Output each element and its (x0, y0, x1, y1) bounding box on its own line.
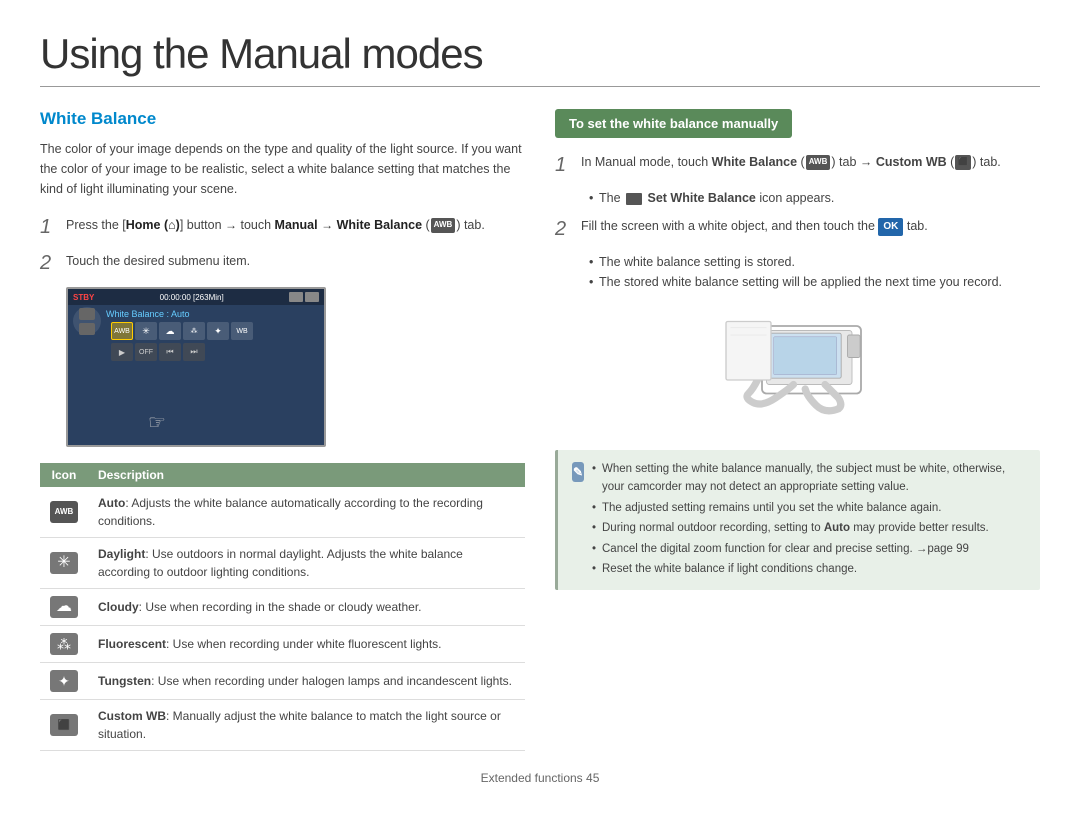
desc-cell-auto: Auto: Adjusts the white balance automati… (88, 487, 525, 538)
step-2-bullet-2: The stored white balance setting will be… (589, 272, 1040, 292)
step-1-number: 1 (40, 215, 58, 239)
camera-screen-mockup: STBY 00:00:00 [263Min] White Balance : A… (66, 287, 326, 447)
step-2: 2 Touch the desired submenu item. (40, 251, 525, 275)
right-step-1-text: In Manual mode, touch White Balance (AWB… (581, 152, 1001, 172)
icon-cloudy: ☁ (50, 596, 78, 618)
camera-stby: STBY (73, 293, 94, 302)
desc-cell-fluorescent: Fluorescent: Use when recording under wh… (88, 626, 525, 663)
icon-fluorescent: ⁂ (50, 633, 78, 655)
right-step-1: 1 In Manual mode, touch White Balance (A… (555, 152, 1040, 178)
icon-daylight: ✳ (50, 552, 78, 574)
camera-left-icons (73, 307, 101, 335)
icon-cell-tungsten: ✦ (40, 663, 88, 700)
desc-cell-customwb: Custom WB: Manually adjust the white bal… (88, 700, 525, 751)
step-2-number: 2 (40, 251, 58, 275)
note-box: ✎ When setting the white balance manuall… (555, 450, 1040, 590)
icon-cell-customwb: ⬛ (40, 700, 88, 751)
camera-icon-2 (305, 292, 319, 302)
cam-menu-icon-auto: AWB (111, 322, 133, 340)
right-step-2-number: 2 (555, 216, 573, 242)
camera-icon-1 (289, 292, 303, 302)
set-wb-icon (626, 193, 642, 205)
step-2-text: Touch the desired submenu item. (66, 251, 250, 271)
right-step-2: 2 Fill the screen with a white object, a… (555, 216, 1040, 242)
icon-cell-daylight: ✳ (40, 538, 88, 589)
footer-text: Extended functions 45 (481, 771, 600, 785)
table-row: ⬛ Custom WB: Manually adjust the white b… (40, 700, 525, 751)
cam-bottom-icon-2: OFF (135, 343, 157, 361)
icon-auto: AWB (50, 501, 78, 523)
page-footer: Extended functions 45 (40, 771, 1040, 785)
table-row: ⁂ Fluorescent: Use when recording under … (40, 626, 525, 663)
step-2-bullet-1: The white balance setting is stored. (589, 252, 1040, 272)
wb-icon-inline: AWB (431, 218, 456, 233)
cam-bottom-icon-1: ▶ (111, 343, 133, 361)
icon-customwb: ⬛ (50, 714, 78, 736)
table-row: ✦ Tungsten: Use when recording under hal… (40, 663, 525, 700)
title-divider (40, 86, 1040, 87)
note-content: When setting the white balance manually,… (592, 460, 1026, 580)
camera-illustration-container (555, 306, 1040, 436)
note-bullet-5: Reset the white balance if light conditi… (592, 560, 1026, 578)
left-column: White Balance The color of your image de… (40, 109, 525, 751)
desc-cell-daylight: Daylight: Use outdoors in normal dayligh… (88, 538, 525, 589)
note-bullets: When setting the white balance manually,… (592, 460, 1026, 578)
section-heading-white-balance: White Balance (40, 109, 525, 129)
note-inner: ✎ When setting the white balance manuall… (572, 460, 1026, 580)
table-row: AWB Auto: Adjusts the white balance auto… (40, 487, 525, 538)
camera-menu-row: AWB ✳ ☁ ⁂ ✦ WB (111, 322, 253, 340)
icon-tungsten: ✦ (50, 670, 78, 692)
cam-bottom-icon-4: ⏭ (183, 343, 205, 361)
camera-wb-display: White Balance : Auto AWB ✳ ☁ ⁂ ✦ WB ▶ OF… (106, 307, 258, 364)
table-row: ☁ Cloudy: Use when recording in the shad… (40, 589, 525, 626)
cam-menu-icon-sun: ✳ (135, 322, 157, 340)
camera-illustration (708, 306, 888, 436)
note-bullet-2: The adjusted setting remains until you s… (592, 499, 1026, 517)
table-header-icon: Icon (40, 463, 88, 487)
camera-bottom-row: ▶ OFF ⏮ ⏭ (111, 343, 253, 361)
custom-wb-icon: ⬛ (955, 155, 971, 170)
icon-cell-cloudy: ☁ (40, 589, 88, 626)
note-icon: ✎ (572, 462, 584, 482)
cam-bottom-icon-3: ⏮ (159, 343, 181, 361)
camera-top-bar: STBY 00:00:00 [263Min] (68, 289, 324, 305)
step-1: 1 Press the [Home (⌂)] button → touch Ma… (40, 215, 525, 239)
table-row: ✳ Daylight: Use outdoors in normal dayli… (40, 538, 525, 589)
step-2-bullets: The white balance setting is stored. The… (581, 252, 1040, 292)
ok-badge: OK (878, 218, 903, 236)
right-column: To set the white balance manually 1 In M… (555, 109, 1040, 751)
right-step-2-text: Fill the screen with a white object, and… (581, 216, 928, 236)
camera-wb-label: White Balance : Auto (106, 309, 258, 319)
cam-menu-icon-cloud: ☁ (159, 322, 181, 340)
cam-menu-icon-custom: WB (231, 322, 253, 340)
icon-description-table: Icon Description AWB Auto: Adjusts the w… (40, 463, 525, 751)
page-title: Using the Manual modes (40, 30, 1040, 78)
camera-cursor: ☞ (148, 410, 166, 435)
right-step-1-number: 1 (555, 152, 573, 178)
wb-icon-right: AWB (806, 155, 831, 170)
cam-menu-icon-fluor: ⁂ (183, 322, 205, 340)
note-bullet-4: Cancel the digital zoom function for cle… (592, 540, 1026, 558)
camera-time: 00:00:00 [263Min] (160, 293, 224, 302)
note-bullet-1: When setting the white balance manually,… (592, 460, 1026, 497)
right-section-header: To set the white balance manually (555, 109, 792, 138)
step-1-text: Press the [Home (⌂)] button → touch Manu… (66, 215, 485, 235)
intro-text: The color of your image depends on the t… (40, 139, 525, 199)
step-1-bullets: The Set White Balance icon appears. (581, 188, 1040, 208)
camera-icons-top (289, 292, 319, 302)
table-header-description: Description (88, 463, 525, 487)
desc-cell-cloudy: Cloudy: Use when recording in the shade … (88, 589, 525, 626)
step-1-bullet-1: The Set White Balance icon appears. (589, 188, 1040, 208)
icon-cell-auto: AWB (40, 487, 88, 538)
main-content: White Balance The color of your image de… (40, 109, 1040, 751)
note-bullet-3: During normal outdoor recording, setting… (592, 519, 1026, 537)
cam-menu-icon-bulb: ✦ (207, 322, 229, 340)
icon-cell-fluorescent: ⁂ (40, 626, 88, 663)
desc-cell-tungsten: Tungsten: Use when recording under halog… (88, 663, 525, 700)
